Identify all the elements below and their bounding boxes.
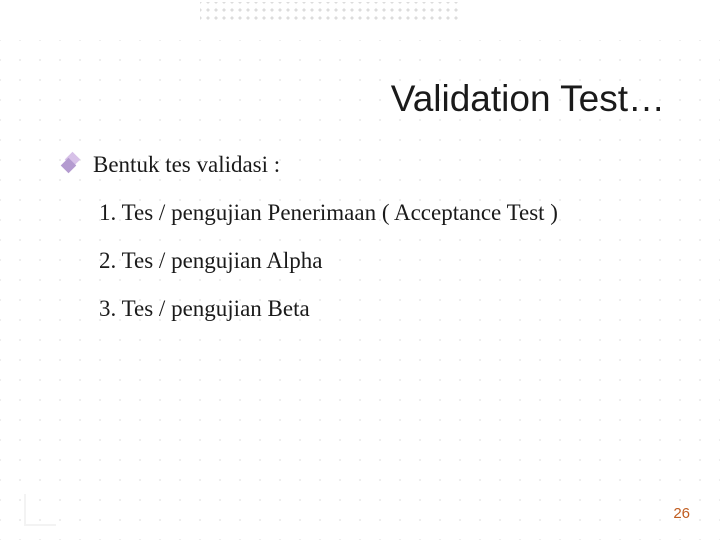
list-item-3: 3. Tes / pengujian Beta — [99, 296, 310, 322]
title-bar-decoration — [200, 2, 460, 24]
slide-title: Validation Test… — [391, 78, 665, 120]
bullet-heading-row: Bentuk tes validasi : — [63, 152, 280, 178]
list-item-2: 2. Tes / pengujian Alpha — [99, 248, 322, 274]
page-number: 26 — [673, 505, 690, 522]
corner-accent — [24, 494, 56, 526]
diamond-bullet-icon — [63, 156, 81, 174]
list-item-1: 1. Tes / pengujian Penerimaan ( Acceptan… — [99, 200, 558, 226]
bullet-heading-text: Bentuk tes validasi : — [93, 152, 280, 178]
